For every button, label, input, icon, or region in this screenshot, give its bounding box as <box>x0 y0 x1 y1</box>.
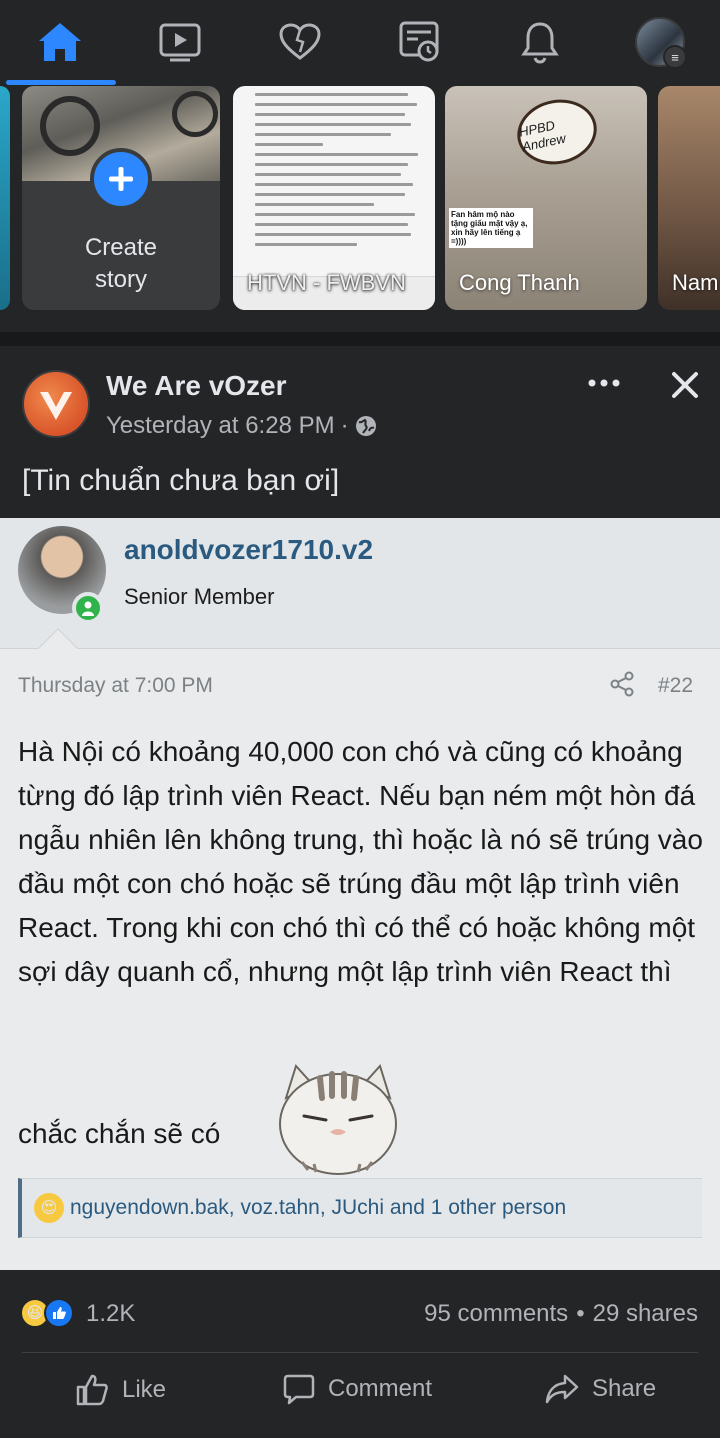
feed-post: We Are vOzer Yesterday at 6:28 PM · [Tin… <box>0 346 720 1438</box>
dating-tab[interactable] <box>270 14 330 70</box>
comment-bubble-icon <box>283 1374 315 1405</box>
divider <box>22 1352 698 1353</box>
bell-icon <box>521 22 559 64</box>
top-navigation-bar: ≡ <box>0 0 720 86</box>
heart-icon <box>279 23 321 60</box>
share-label: Share <box>592 1375 657 1402</box>
story-card-partial[interactable] <box>0 86 10 310</box>
active-tab-indicator <box>6 80 116 85</box>
newsfeed-clock-icon <box>399 21 439 62</box>
forum-post-tail: chắc chắn sẽ có <box>18 1118 221 1149</box>
page-avatar[interactable] <box>22 370 90 438</box>
post-actions: Like Comment Share <box>0 1362 720 1422</box>
like-label: Like <box>122 1376 167 1403</box>
close-icon <box>672 372 698 398</box>
post-timestamp[interactable]: Yesterday at 6:28 PM <box>106 412 335 440</box>
add-story-button[interactable] <box>90 148 152 210</box>
story-author-name: Cong Thanh <box>459 270 580 295</box>
stats-separator: • <box>576 1300 585 1327</box>
create-story-card[interactable]: Create story <box>22 86 220 310</box>
home-tab[interactable] <box>30 14 90 70</box>
forum-username: anoldvozer1710.v2 <box>124 534 374 565</box>
notifications-tab[interactable] <box>510 14 570 70</box>
divider <box>0 648 720 649</box>
stories-tray: Create story HTVN - FWBVN HPBD Andrew Fa… <box>0 86 720 318</box>
forum-reactions-bar: 😍 nguyendown.bak, voz.tahn, JUchi and 1 … <box>18 1178 702 1238</box>
forum-post-body: Hà Nội có khoảng 40,000 con chó và cũng … <box>18 736 703 987</box>
post-image[interactable]: anoldvozer1710.v2 Senior Member Thursday… <box>0 518 720 1270</box>
more-dots-icon <box>588 379 620 387</box>
shares-count[interactable]: 29 shares <box>593 1300 698 1328</box>
comments-count[interactable]: 95 comments <box>424 1300 568 1328</box>
profile-menu-tab[interactable]: ≡ <box>630 14 690 70</box>
forum-post-date: Thursday at 7:00 PM <box>18 674 213 697</box>
story-text-preview <box>255 86 425 246</box>
online-status-icon <box>72 592 104 624</box>
profile-avatar: ≡ <box>635 17 687 69</box>
meta-separator: · <box>340 412 349 439</box>
vozer-logo-icon <box>40 392 72 420</box>
comments-shares: 95 comments • 29 shares <box>424 1300 698 1328</box>
forum-user-header: anoldvozer1710.v2 Senior Member <box>0 518 720 648</box>
thumbs-up-icon <box>76 1374 108 1406</box>
story-card[interactable]: HPBD Andrew Fan hâm mộ nào tặng giấu mặt… <box>445 86 647 310</box>
like-reaction-icon <box>44 1298 74 1328</box>
story-card[interactable]: Nam <box>658 86 720 310</box>
share-arrow-icon <box>545 1374 579 1404</box>
watch-tab[interactable] <box>150 14 210 70</box>
cake-image: HPBD Andrew <box>511 92 603 172</box>
share-nodes-icon <box>610 671 634 697</box>
news-tab[interactable] <box>390 14 450 70</box>
post-meta: Yesterday at 6:28 PM · <box>106 412 377 440</box>
post-stats: 😆 1.2K 95 comments • 29 shares <box>0 1290 720 1342</box>
create-story-label: Create story <box>84 234 158 293</box>
home-icon <box>39 23 81 61</box>
story-author-name: HTVN - FWBVN <box>247 270 406 295</box>
cat-sticker-icon <box>279 1064 397 1175</box>
video-icon <box>159 23 201 62</box>
story-author-name: Nam <box>672 270 719 295</box>
hide-post-button[interactable] <box>664 364 706 406</box>
love-face-emoji-icon: 😍 <box>34 1193 64 1223</box>
post-caption: [Tin chuẩn chưa bạn ơi] <box>22 464 340 497</box>
feed-separator <box>0 332 720 346</box>
story-caption-text: Fan hâm mộ nào tặng giấu mặt vậy ạ, xin … <box>449 208 533 248</box>
reaction-icons[interactable]: 😆 <box>20 1298 74 1328</box>
like-button[interactable]: Like <box>74 1372 166 1408</box>
page-name[interactable]: We Are vOzer <box>106 370 287 402</box>
forum-post-number: #22 <box>658 674 694 697</box>
story-card[interactable]: HTVN - FWBVN <box>233 86 435 310</box>
forum-user-role: Senior Member <box>124 584 275 609</box>
forum-reaction-users: nguyendown.bak, voz.tahn, JUchi and 1 ot… <box>70 1196 567 1219</box>
comment-label: Comment <box>328 1375 433 1402</box>
reactions-count[interactable]: 1.2K <box>86 1300 135 1328</box>
menu-icon: ≡ <box>663 45 687 69</box>
comment-button[interactable]: Comment <box>282 1372 432 1406</box>
globe-icon <box>355 416 376 436</box>
plus-icon <box>109 167 133 191</box>
share-button[interactable]: Share <box>544 1372 656 1406</box>
post-options-button[interactable] <box>582 368 626 398</box>
